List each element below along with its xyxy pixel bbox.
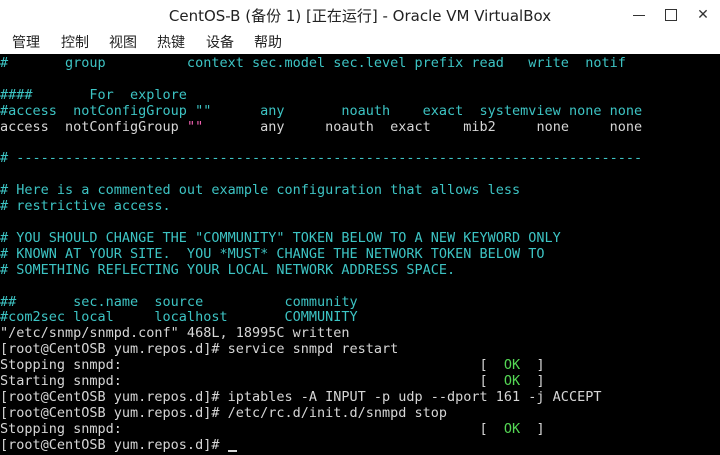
terminal-line: Stopping snmpd: [ OK ] [0, 421, 545, 437]
terminal-line: access notConfigGroup "" any noauth exac… [0, 119, 642, 135]
maximize-icon [665, 9, 677, 21]
terminal-line-text: # group context sec.model sec.level pref… [0, 55, 626, 71]
title-bar[interactable]: CentOS-B (备份 1) [正在运行] - Oracle VM Virtu… [0, 0, 720, 32]
terminal-line-text: # KNOWN AT YOUR SITE. YOU *MUST* CHANGE … [0, 245, 545, 262]
terminal-line-text: # restrictive access. [0, 198, 171, 215]
terminal-line: [root@CentOSB yum.repos.d]# service snmp… [0, 341, 398, 357]
terminal-line: # group context sec.model sec.level pref… [0, 55, 626, 71]
terminal-line: ## sec.name source community [0, 294, 358, 310]
menu-manage[interactable]: 管理 [12, 32, 40, 54]
menu-bar: 管理 控制 视图 热键 设备 帮助 [0, 32, 720, 54]
vm-console-screen[interactable]: # group context sec.model sec.level pref… [0, 54, 720, 455]
terminal-line-text: [root@CentOSB yum.repos.d]# service snmp… [0, 341, 399, 358]
status-ok: OK [503, 373, 521, 389]
menu-hotkey[interactable]: 热键 [157, 32, 185, 54]
terminal-string-literal: "" [186, 118, 204, 135]
menu-control[interactable]: 控制 [61, 32, 89, 54]
terminal-line: Stopping snmpd: [ OK ] [0, 357, 545, 373]
terminal-line-text: # YOU SHOULD CHANGE THE "COMMUNITY" TOKE… [0, 229, 561, 246]
menu-devices[interactable]: 设备 [206, 32, 234, 54]
terminal-line-text: access notConfigGroup [0, 118, 187, 135]
terminal-line-text: #### For explore [0, 86, 187, 103]
terminal-line: #access notConfigGroup "" any noauth exa… [0, 103, 642, 119]
terminal-line-rest: any noauth exact mib2 none none [203, 118, 643, 135]
terminal-line: [root@CentOSB yum.repos.d]# /etc/rc.d/in… [0, 405, 447, 421]
terminal-line-text: #access notConfigGroup "" any noauth exa… [0, 102, 643, 119]
terminal-line: "/etc/snmp/snmpd.conf" 468L, 18995C writ… [0, 325, 350, 341]
terminal-line: # SOMETHING REFLECTING YOUR LOCAL NETWOR… [0, 262, 455, 278]
close-icon: ✕ [697, 7, 709, 23]
window-title: CentOS-B (备份 1) [正在运行] - Oracle VM Virtu… [168, 7, 552, 25]
terminal-line-text: # SOMETHING REFLECTING YOUR LOCAL NETWOR… [0, 261, 456, 278]
terminal-line: Starting snmpd: [ OK ] [0, 373, 545, 389]
virtualbox-window: CentOS-B (备份 1) [正在运行] - Oracle VM Virtu… [0, 0, 720, 455]
terminal-line: [root@CentOSB yum.repos.d]# [0, 437, 237, 453]
terminal-line: # restrictive access. [0, 198, 171, 214]
status-bracket: ] [520, 420, 545, 437]
terminal-line-text: # Here is a commented out example config… [0, 182, 521, 199]
terminal-line: #### For explore [0, 87, 187, 103]
menu-help[interactable]: 帮助 [254, 32, 282, 54]
terminal-line-text: Stopping snmpd: [ [0, 420, 504, 437]
status-ok: OK [503, 357, 521, 374]
maximize-button[interactable] [656, 0, 686, 30]
minimize-icon [633, 15, 645, 16]
terminal-line-text: Stopping snmpd: [ [0, 357, 504, 374]
terminal-line: # --------------------------------------… [0, 150, 642, 166]
terminal-line-text: Starting snmpd: [ [0, 373, 504, 389]
terminal-line-text: #com2sec local localhost COMMUNITY [0, 309, 358, 326]
minimize-button[interactable] [624, 0, 654, 30]
terminal-line: # Here is a commented out example config… [0, 182, 520, 198]
close-button[interactable]: ✕ [688, 0, 718, 30]
terminal-line-text: [root@CentOSB yum.repos.d]# [0, 436, 228, 453]
terminal-line: [root@CentOSB yum.repos.d]# iptables -A … [0, 389, 601, 405]
status-ok: OK [503, 420, 521, 437]
status-bracket: ] [520, 357, 545, 374]
terminal-line: #com2sec local localhost COMMUNITY [0, 309, 358, 325]
terminal-line: # KNOWN AT YOUR SITE. YOU *MUST* CHANGE … [0, 246, 545, 262]
terminal-cursor [227, 449, 237, 452]
status-bracket: ] [520, 373, 545, 389]
terminal-line-text: "/etc/snmp/snmpd.conf" 468L, 18995C writ… [0, 325, 350, 342]
terminal-line-text: [root@CentOSB yum.repos.d]# iptables -A … [0, 388, 602, 405]
terminal-line: # YOU SHOULD CHANGE THE "COMMUNITY" TOKE… [0, 230, 561, 246]
terminal-line-text: ## sec.name source community [0, 293, 358, 310]
menu-view[interactable]: 视图 [109, 32, 137, 54]
terminal-line-text: [root@CentOSB yum.repos.d]# /etc/rc.d/in… [0, 404, 448, 421]
terminal-line-text: # --------------------------------------… [0, 150, 643, 167]
